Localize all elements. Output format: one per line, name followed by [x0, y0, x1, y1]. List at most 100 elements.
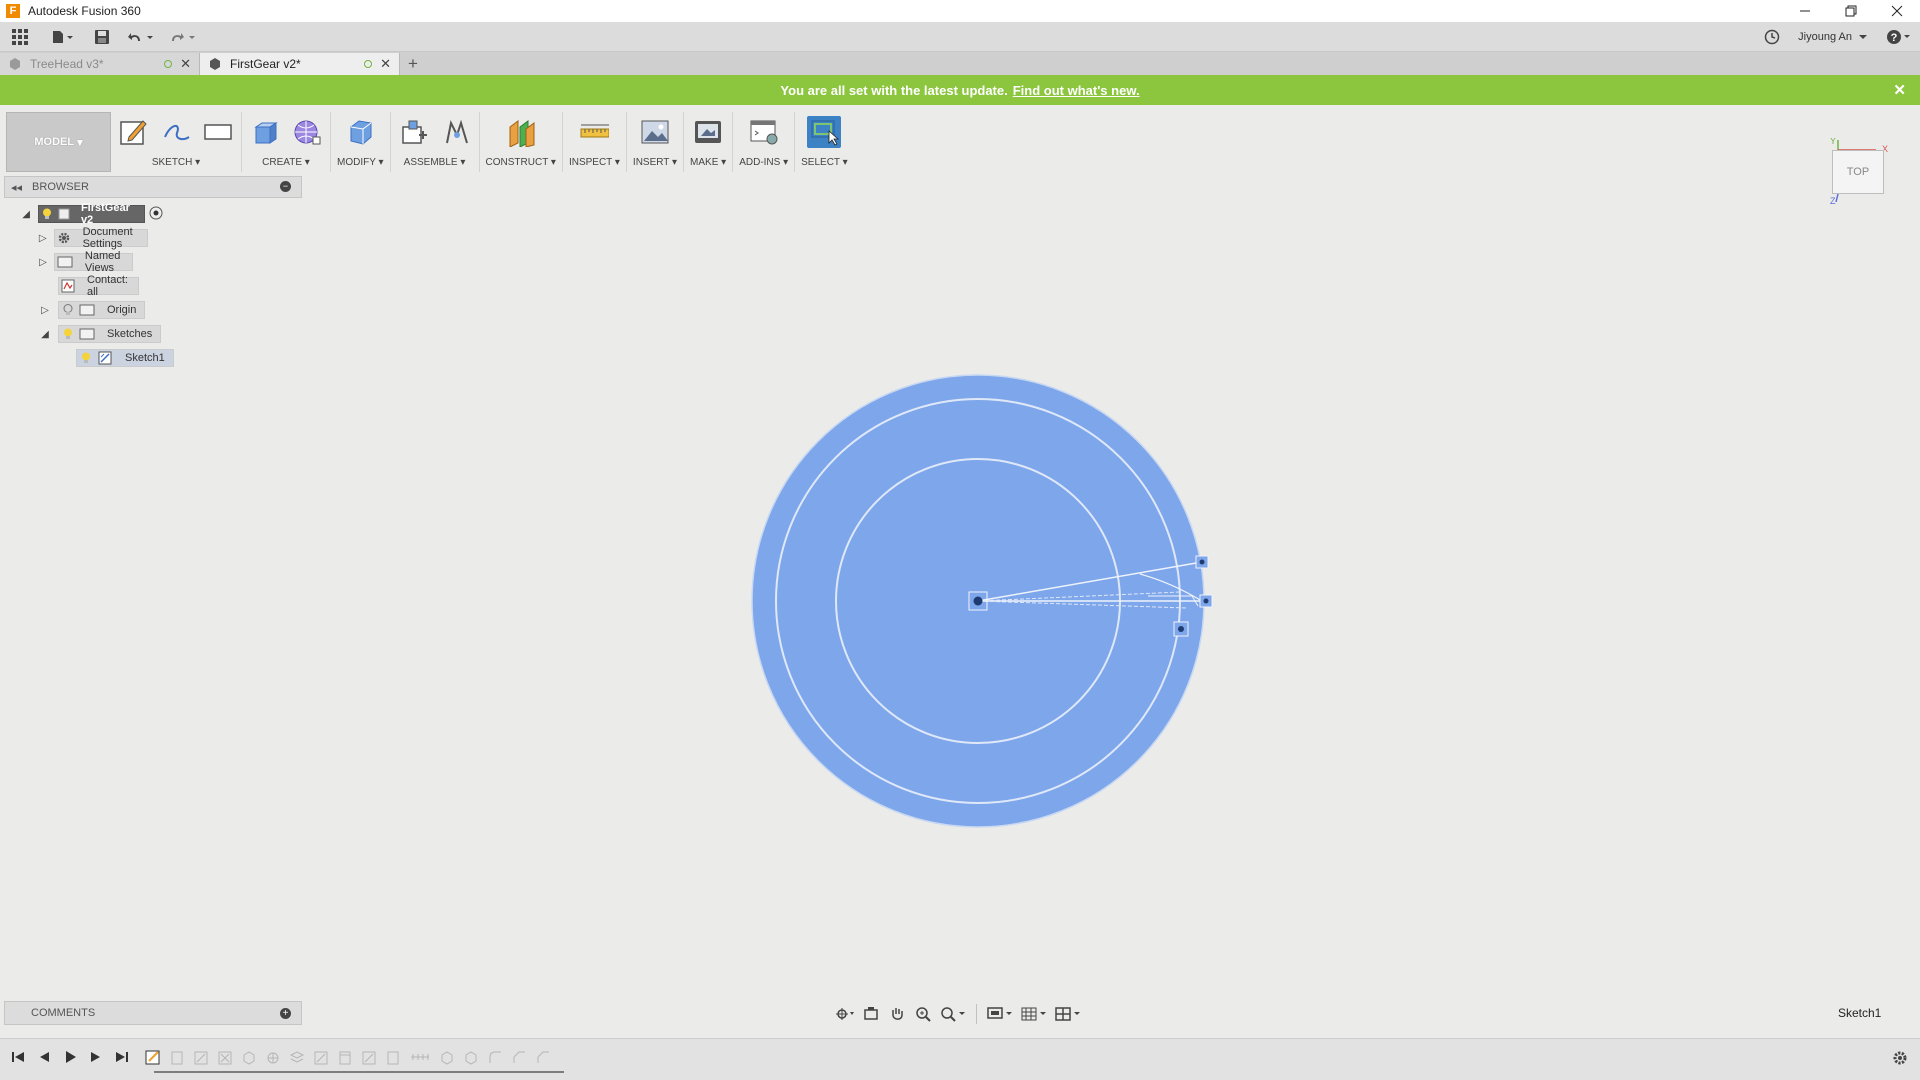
close-tab-icon[interactable]: ✕: [180, 56, 191, 72]
timeline-feature[interactable]: [312, 1047, 330, 1067]
redo-button[interactable]: [162, 22, 204, 52]
browser-panel-header[interactable]: ◂◂ BROWSER −: [4, 176, 302, 198]
look-at-button[interactable]: [860, 1003, 882, 1025]
timeline-feature[interactable]: [462, 1047, 480, 1067]
collapse-triangle-icon[interactable]: ◢: [38, 327, 52, 341]
restore-button[interactable]: [1828, 0, 1874, 22]
undo-button[interactable]: [120, 22, 162, 52]
form-button[interactable]: [290, 116, 324, 148]
play-button[interactable]: [60, 1047, 80, 1067]
inspect-menu[interactable]: INSPECT ▾: [569, 157, 620, 168]
tab-treehead[interactable]: TreeHead v3* ✕: [0, 53, 200, 75]
viewports-button[interactable]: [1053, 1003, 1083, 1025]
view-cube-top-face[interactable]: TOP: [1832, 150, 1884, 194]
expand-triangle-icon[interactable]: ▷: [38, 255, 48, 269]
new-component-button[interactable]: [397, 116, 431, 148]
scripts-addins-button[interactable]: [747, 116, 781, 148]
workspace-switcher[interactable]: MODEL ▾: [6, 112, 111, 172]
offset-plane-button[interactable]: [504, 116, 538, 148]
close-tab-icon[interactable]: ✕: [380, 56, 391, 72]
display-settings-button[interactable]: [985, 1003, 1015, 1025]
grid-settings-button[interactable]: [1019, 1003, 1049, 1025]
timeline-feature[interactable]: [438, 1047, 456, 1067]
tree-item-contact[interactable]: Contact: all: [58, 274, 139, 298]
close-window-button[interactable]: [1874, 0, 1920, 22]
tree-item-named-views[interactable]: Named Views: [53, 250, 134, 274]
visibility-bulb-icon[interactable]: [41, 207, 53, 221]
3d-print-button[interactable]: [691, 116, 725, 148]
timeline-feature[interactable]: [288, 1047, 306, 1067]
design-canvas[interactable]: [740, 370, 1220, 840]
go-to-end-button[interactable]: [112, 1047, 132, 1067]
attached-canvas-button[interactable]: [638, 116, 672, 148]
timeline-feature[interactable]: [534, 1047, 552, 1067]
timeline-feature[interactable]: [264, 1047, 282, 1067]
expand-triangle-icon[interactable]: ▷: [38, 303, 52, 317]
close-notification-icon[interactable]: ✕: [1893, 81, 1906, 99]
activate-radio-icon[interactable]: [149, 206, 163, 223]
extrude-button[interactable]: [248, 116, 282, 148]
visibility-bulb-icon[interactable]: [79, 351, 93, 365]
collapse-triangle-icon[interactable]: ◢: [20, 207, 32, 221]
select-menu[interactable]: SELECT ▾: [801, 157, 848, 168]
joint-button[interactable]: [439, 116, 473, 148]
timeline-settings-button[interactable]: [1890, 1048, 1910, 1068]
tree-item-origin[interactable]: Origin: [58, 301, 146, 319]
insert-menu[interactable]: INSERT ▾: [633, 157, 677, 168]
step-back-button[interactable]: [34, 1047, 54, 1067]
root-component-node[interactable]: FirstGear v2: [38, 202, 145, 226]
view-cube[interactable]: Y X Z TOP: [1830, 138, 1890, 204]
timeline-sketch-feature[interactable]: [144, 1047, 162, 1067]
step-forward-button[interactable]: [86, 1047, 106, 1067]
user-menu[interactable]: Jiyoung An: [1798, 22, 1868, 52]
collapse-arrows-icon[interactable]: ◂◂: [11, 181, 22, 194]
file-menu-button[interactable]: [40, 22, 84, 52]
timeline-feature[interactable]: [360, 1047, 378, 1067]
press-pull-button[interactable]: [343, 116, 377, 148]
visibility-bulb-icon[interactable]: [61, 303, 75, 317]
zoom-button[interactable]: [912, 1003, 934, 1025]
modify-menu[interactable]: MODIFY ▾: [337, 157, 384, 168]
tree-item-sketch1[interactable]: Sketch1: [76, 349, 174, 367]
timeline-track[interactable]: [154, 1071, 564, 1073]
save-button[interactable]: [84, 22, 120, 52]
data-panel-button[interactable]: [0, 22, 40, 52]
rectangle-tool-button[interactable]: [201, 116, 235, 148]
assemble-menu[interactable]: ASSEMBLE ▾: [404, 157, 466, 168]
sketch-menu[interactable]: SKETCH ▾: [152, 157, 200, 168]
whats-new-link[interactable]: Find out what's new.: [1013, 83, 1140, 98]
create-sketch-button[interactable]: [117, 116, 151, 148]
timeline-feature[interactable]: [216, 1047, 234, 1067]
tab-firstgear[interactable]: FirstGear v2* ✕: [200, 53, 400, 75]
line-tool-button[interactable]: [159, 116, 193, 148]
go-to-start-button[interactable]: [8, 1047, 28, 1067]
job-status-button[interactable]: [1764, 22, 1780, 52]
make-menu[interactable]: MAKE ▾: [690, 157, 726, 168]
select-tool-button[interactable]: [807, 116, 842, 148]
timeline-feature[interactable]: [336, 1047, 354, 1067]
timeline-feature[interactable]: [486, 1047, 504, 1067]
visibility-bulb-icon[interactable]: [61, 327, 75, 341]
tree-item-document-settings[interactable]: Document Settings: [53, 226, 149, 250]
orbit-button[interactable]: [834, 1003, 856, 1025]
timeline-feature[interactable]: [384, 1047, 402, 1067]
add-comment-icon[interactable]: +: [280, 1008, 291, 1019]
minimize-button[interactable]: [1782, 0, 1828, 22]
timeline-feature[interactable]: [408, 1047, 432, 1067]
zoom-window-button[interactable]: [938, 1003, 968, 1025]
new-tab-button[interactable]: +: [400, 53, 426, 75]
create-menu[interactable]: CREATE ▾: [262, 157, 310, 168]
addins-menu[interactable]: ADD-INS ▾: [739, 157, 788, 168]
timeline-feature[interactable]: [510, 1047, 528, 1067]
measure-button[interactable]: [577, 116, 611, 148]
expand-triangle-icon[interactable]: ▷: [38, 231, 48, 245]
tree-item-sketches[interactable]: Sketches: [58, 325, 162, 343]
timeline-feature[interactable]: [168, 1047, 186, 1067]
sketch-geometry[interactable]: [740, 370, 1220, 840]
comments-panel-header[interactable]: COMMENTS +: [4, 1001, 302, 1025]
timeline-feature[interactable]: [192, 1047, 210, 1067]
construct-menu[interactable]: CONSTRUCT ▾: [486, 157, 556, 168]
timeline-feature[interactable]: [240, 1047, 258, 1067]
pan-button[interactable]: [886, 1003, 908, 1025]
minimize-panel-icon[interactable]: −: [280, 181, 291, 192]
